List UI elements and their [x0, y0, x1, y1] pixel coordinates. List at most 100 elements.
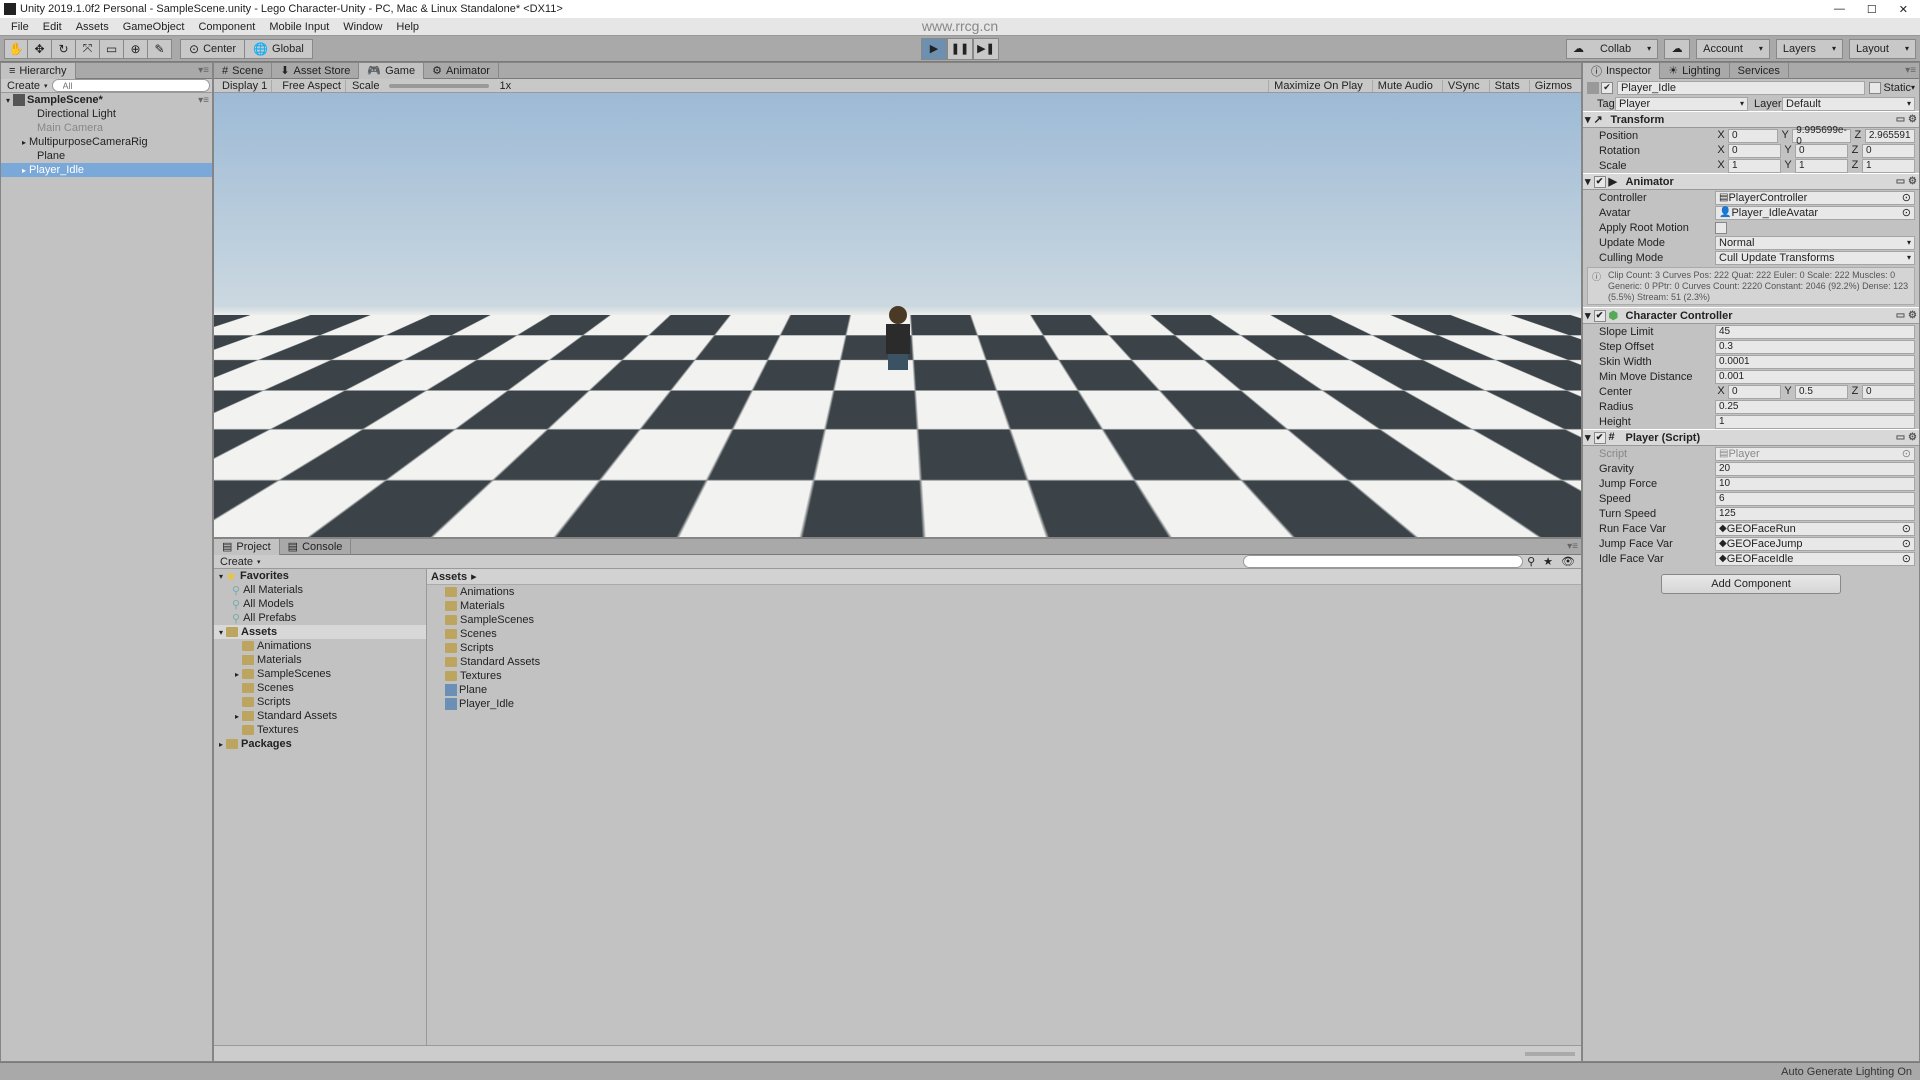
minimize-button[interactable]: —: [1834, 3, 1845, 16]
project-zoom-slider[interactable]: [1525, 1052, 1575, 1056]
scale-y[interactable]: 1: [1795, 159, 1848, 173]
animator-tab[interactable]: ⚙ Animator: [424, 63, 499, 79]
hierarchy-tab[interactable]: ≡ Hierarchy: [1, 63, 76, 79]
active-checkbox[interactable]: ✔: [1601, 82, 1613, 94]
hierarchy-item-directional-light[interactable]: Directional Light: [1, 107, 212, 121]
center-x[interactable]: 0: [1728, 385, 1781, 399]
menu-help[interactable]: Help: [389, 21, 426, 33]
item-animations[interactable]: Animations: [427, 585, 1581, 599]
maximize-on-play-toggle[interactable]: Maximize On Play: [1268, 80, 1368, 92]
hierarchy-tree[interactable]: ▾ SampleScene* ▾≡ Directional Light Main…: [1, 93, 212, 1061]
game-view[interactable]: [214, 93, 1581, 537]
vsync-toggle[interactable]: VSync: [1442, 80, 1485, 92]
folder-scenes[interactable]: Scenes: [214, 681, 426, 695]
item-samplescenes[interactable]: SampleScenes: [427, 613, 1581, 627]
services-tab[interactable]: Services: [1730, 63, 1789, 79]
project-create-dropdown[interactable]: Create: [216, 556, 265, 568]
inspector-tab[interactable]: ⓘ Inspector: [1583, 63, 1660, 79]
step-offset-field[interactable]: 0.3: [1715, 340, 1915, 354]
console-tab[interactable]: ▤ Console: [280, 539, 352, 555]
folder-standard-assets[interactable]: ▸Standard Assets: [214, 709, 426, 723]
maximize-button[interactable]: ☐: [1867, 3, 1877, 16]
project-search-input[interactable]: [1243, 555, 1523, 568]
mute-audio-toggle[interactable]: Mute Audio: [1372, 80, 1438, 92]
rotation-z[interactable]: 0: [1862, 144, 1915, 158]
panel-menu-icon[interactable]: ▾≡: [1567, 541, 1581, 552]
scale-tool[interactable]: ⤧: [76, 39, 100, 59]
folder-scripts[interactable]: Scripts: [214, 695, 426, 709]
panel-menu-icon[interactable]: ▾≡: [1905, 65, 1919, 76]
menu-edit[interactable]: Edit: [36, 21, 69, 33]
speed-field[interactable]: 6: [1715, 492, 1915, 506]
object-name-field[interactable]: Player_Idle: [1617, 81, 1865, 95]
panel-menu-icon[interactable]: ▾≡: [198, 65, 212, 76]
hierarchy-item-camera-rig[interactable]: ▸MultipurposeCameraRig: [1, 135, 212, 149]
scene-root[interactable]: ▾ SampleScene* ▾≡: [1, 93, 212, 107]
game-tab[interactable]: 🎮 Game: [359, 63, 424, 79]
hierarchy-item-main-camera[interactable]: Main Camera: [1, 121, 212, 135]
slope-limit-field[interactable]: 45: [1715, 325, 1915, 339]
packages-root[interactable]: ▸Packages: [214, 737, 426, 751]
player-script-component[interactable]: ▾✔#Player (Script)▭ ⚙: [1583, 429, 1919, 446]
scale-slider[interactable]: [389, 84, 489, 88]
gear-icon[interactable]: ▭ ⚙: [1896, 114, 1917, 125]
project-breadcrumb[interactable]: Assets ▸: [427, 569, 1581, 585]
playerscript-enabled[interactable]: ✔: [1594, 432, 1606, 444]
item-textures[interactable]: Textures: [427, 669, 1581, 683]
fav-all-models[interactable]: ⚲All Models: [214, 597, 426, 611]
hand-tool[interactable]: ✋: [4, 39, 28, 59]
avatar-field[interactable]: 👤 Player_IdleAvatar⊙: [1715, 206, 1915, 220]
move-tool[interactable]: ✥: [28, 39, 52, 59]
menu-file[interactable]: File: [4, 21, 36, 33]
hierarchy-search-input[interactable]: [52, 79, 210, 92]
height-field[interactable]: 1: [1715, 415, 1915, 429]
fav-all-materials[interactable]: ⚲All Materials: [214, 583, 426, 597]
fav-all-prefabs[interactable]: ⚲All Prefabs: [214, 611, 426, 625]
character-controller-component[interactable]: ▾✔⬢Character Controller▭ ⚙: [1583, 307, 1919, 324]
animator-enabled[interactable]: ✔: [1594, 176, 1606, 188]
gameobject-icon[interactable]: [1587, 82, 1599, 94]
scale-z[interactable]: 1: [1862, 159, 1915, 173]
gizmos-dropdown[interactable]: Gizmos: [1529, 80, 1577, 92]
asset-store-tab[interactable]: ⬇ Asset Store: [272, 63, 359, 79]
idle-face-var-field[interactable]: ◆ GEOFaceIdle⊙: [1715, 552, 1915, 566]
gear-icon[interactable]: ▭ ⚙: [1896, 310, 1917, 321]
hierarchy-create-dropdown[interactable]: Create: [3, 80, 52, 92]
item-scenes[interactable]: Scenes: [427, 627, 1581, 641]
rotate-tool[interactable]: ↻: [52, 39, 76, 59]
item-player-idle-prefab[interactable]: Player_Idle: [427, 697, 1581, 711]
menu-gameobject[interactable]: GameObject: [116, 21, 192, 33]
pivot-toggle[interactable]: ⊙ Center: [180, 39, 245, 59]
controller-field[interactable]: ▤ PlayerController⊙: [1715, 191, 1915, 205]
layer-dropdown[interactable]: Default▾: [1782, 97, 1915, 111]
item-scripts[interactable]: Scripts: [427, 641, 1581, 655]
add-component-button[interactable]: Add Component: [1661, 574, 1841, 594]
account-dropdown[interactable]: Account: [1696, 39, 1770, 59]
transform-tool[interactable]: ⊕: [124, 39, 148, 59]
folder-samplescenes[interactable]: ▸SampleScenes: [214, 667, 426, 681]
update-mode-dropdown[interactable]: Normal▾: [1715, 236, 1915, 250]
gravity-field[interactable]: 20: [1715, 462, 1915, 476]
folder-textures[interactable]: Textures: [214, 723, 426, 737]
folder-animations[interactable]: Animations: [214, 639, 426, 653]
services-button[interactable]: ☁: [1664, 39, 1690, 59]
rotation-x[interactable]: 0: [1728, 144, 1781, 158]
close-button[interactable]: ✕: [1899, 3, 1908, 16]
hierarchy-item-plane[interactable]: Plane: [1, 149, 212, 163]
status-text[interactable]: Auto Generate Lighting On: [1781, 1066, 1912, 1078]
search-filter-icon[interactable]: ⚲: [1523, 555, 1539, 568]
tag-dropdown[interactable]: Player▾: [1615, 97, 1748, 111]
custom-tool[interactable]: ✎: [148, 39, 172, 59]
menu-component[interactable]: Component: [191, 21, 262, 33]
project-tab[interactable]: ▤ Project: [214, 539, 280, 555]
rotation-y[interactable]: 0: [1795, 144, 1848, 158]
project-content[interactable]: Assets ▸ Animations Materials SampleScen…: [427, 569, 1581, 1045]
jump-force-field[interactable]: 10: [1715, 477, 1915, 491]
menu-window[interactable]: Window: [336, 21, 389, 33]
menu-mobile-input[interactable]: Mobile Input: [262, 21, 336, 33]
gear-icon[interactable]: ▭ ⚙: [1896, 176, 1917, 187]
pause-button[interactable]: ❚❚: [947, 38, 973, 60]
charcontroller-enabled[interactable]: ✔: [1594, 310, 1606, 322]
animator-component[interactable]: ▾✔▶Animator▭ ⚙: [1583, 173, 1919, 190]
turn-speed-field[interactable]: 125: [1715, 507, 1915, 521]
